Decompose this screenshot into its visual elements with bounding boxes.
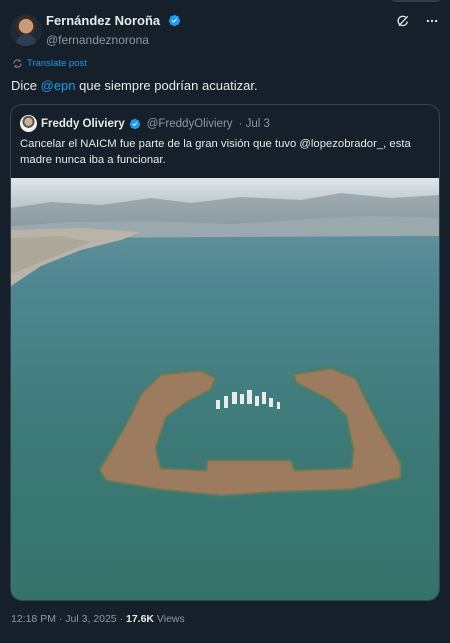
views-label: Views: [154, 613, 185, 625]
quoted-display-name[interactable]: Freddy Oliviery: [41, 118, 125, 130]
views-count: 17.6K: [125, 613, 155, 625]
translate-post-link[interactable]: Translate post: [12, 58, 87, 69]
post-header: Fernández Noroña @fernandeznorona: [10, 12, 440, 48]
quoted-image[interactable]: [11, 178, 439, 600]
quoted-text: Cancelar el NAICM fue parte de la gran v…: [20, 138, 411, 166]
more-options-icon[interactable]: [424, 14, 440, 28]
post-text: Dice @epn que siempre podrían acuatizar.: [11, 78, 258, 93]
avatar[interactable]: [10, 14, 42, 46]
quoted-date[interactable]: · Jul 3: [239, 118, 270, 130]
post-footer: 12:18 PM · Jul 3, 2025 · 17.6K Views: [11, 613, 185, 625]
verified-badge-icon: [129, 118, 140, 129]
top-edge-button[interactable]: [390, 0, 442, 2]
translate-icon: [13, 59, 22, 68]
post-text-prefix: Dice: [11, 78, 41, 93]
author-display-name[interactable]: Fernández Noroña: [46, 13, 160, 28]
aerial-lake-photo: [11, 178, 439, 600]
grok-icon[interactable]: [396, 14, 410, 28]
author-info: Fernández Noroña @fernandeznorona: [46, 12, 181, 47]
quoted-avatar[interactable]: [20, 115, 37, 132]
quoted-post-header: Freddy Oliviery @FreddyOliviery · Jul 3: [20, 115, 270, 132]
header-actions: [396, 14, 440, 28]
mention-link[interactable]: @epn: [41, 78, 76, 93]
post-timestamp[interactable]: 12:18 PM · Jul 3, 2025 ·: [11, 613, 126, 625]
post-text-suffix: que siempre podrían acuatizar.: [75, 78, 258, 93]
translate-post-label: Translate post: [27, 58, 87, 69]
quoted-handle[interactable]: @FreddyOliviery: [147, 118, 233, 130]
quoted-post[interactable]: Freddy Oliviery @FreddyOliviery · Jul 3 …: [10, 104, 440, 601]
author-handle[interactable]: @fernandeznorona: [46, 33, 181, 47]
verified-badge-icon: [168, 15, 180, 27]
